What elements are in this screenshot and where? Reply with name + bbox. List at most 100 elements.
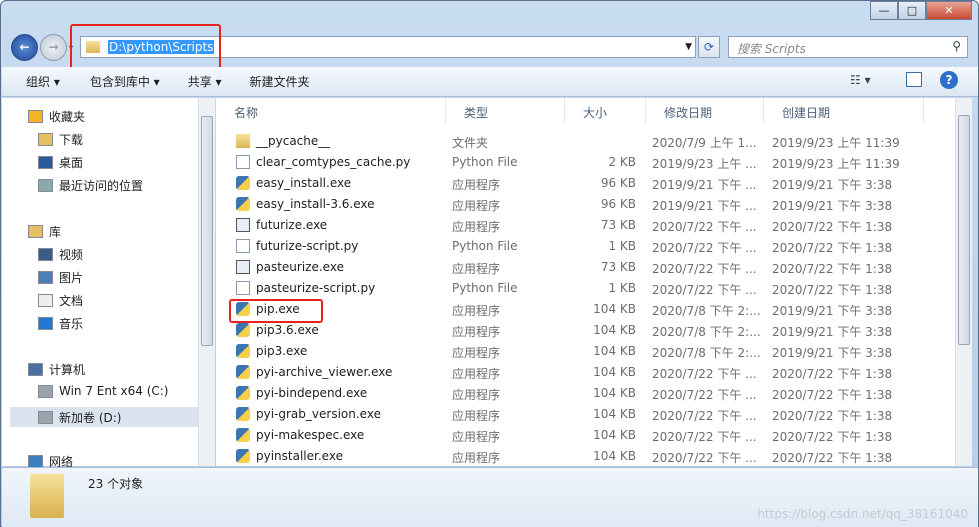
file-row[interactable]: pasteurize.exe 应用程序 73 KB 2020/7/22 下午 .… (216, 257, 946, 278)
sidebar-item[interactable]: 图片 (38, 269, 83, 286)
sidebar-item[interactable]: 库 (28, 223, 61, 240)
file-modified: 2019/9/21 下午 ... (652, 199, 757, 213)
file-row[interactable]: pyi-grab_version.exe 应用程序 104 KB 2020/7/… (216, 404, 946, 425)
share-menu[interactable]: 共享 ▾ (172, 73, 234, 90)
file-row[interactable]: easy_install-3.6.exe 应用程序 96 KB 2019/9/2… (216, 194, 946, 215)
recent-places-icon (38, 179, 53, 192)
address-dropdown-icon[interactable]: ▼ (685, 42, 692, 52)
refresh-button[interactable]: ⟳ (698, 36, 720, 58)
file-row[interactable]: pip3.6.exe 应用程序 104 KB 2020/7/8 下午 2:...… (216, 320, 946, 341)
file-size: 2 KB (608, 155, 636, 169)
file-row[interactable]: pyi-archive_viewer.exe 应用程序 104 KB 2020/… (216, 362, 946, 383)
file-row[interactable]: easy_install.exe 应用程序 96 KB 2019/9/21 下午… (216, 173, 946, 194)
file-row[interactable]: pyi-bindepend.exe 应用程序 104 KB 2020/7/22 … (216, 383, 946, 404)
exe-file-icon (236, 260, 250, 274)
file-list-scrollbar[interactable] (955, 98, 972, 466)
minimize-button[interactable]: — (870, 1, 898, 20)
file-size: 1 KB (608, 281, 636, 295)
file-created: 2019/9/21 下午 3:38 (772, 199, 893, 213)
file-row[interactable]: pasteurize-script.py Python File 1 KB 20… (216, 278, 946, 299)
file-created: 2020/7/22 下午 1:38 (772, 220, 893, 234)
item-count: 23 个对象 (88, 477, 144, 491)
file-created: 2019/9/21 下午 3:38 (772, 304, 893, 318)
sidebar-item-label: 库 (49, 225, 62, 239)
sidebar-item[interactable]: 最近访问的位置 (38, 177, 143, 194)
file-modified: 2020/7/22 下午 ... (652, 367, 757, 381)
file-row[interactable]: futurize-script.py Python File 1 KB 2020… (216, 236, 946, 257)
file-row[interactable]: pyinstaller.exe 应用程序 104 KB 2020/7/22 下午… (216, 446, 946, 467)
file-row[interactable]: pip.exe 应用程序 104 KB 2020/7/8 下午 2:... 20… (216, 299, 946, 320)
file-row[interactable]: futurize.exe 应用程序 73 KB 2020/7/22 下午 ...… (216, 215, 946, 236)
search-input[interactable]: 搜索 Scripts ⚲ (728, 36, 968, 58)
file-created: 2020/7/22 下午 1:38 (772, 262, 893, 276)
file-size: 104 KB (593, 407, 636, 421)
sidebar-item[interactable]: 视频 (38, 246, 83, 263)
new-folder-button[interactable]: 新建文件夹 (234, 73, 322, 90)
file-type: Python File (452, 155, 518, 169)
folder-file-icon (236, 134, 250, 148)
file-name: pyinstaller.exe (256, 449, 343, 463)
pictures-icon (38, 271, 53, 284)
command-bar: 组织 ▾ 包含到库中 ▾ 共享 ▾ 新建文件夹 ☷ ▾ ? (2, 67, 978, 97)
sidebar-item[interactable]: 计算机 (28, 361, 85, 378)
sidebar-item[interactable]: 文档 (38, 292, 83, 309)
navigation-pane: 收藏夹下载桌面最近访问的位置库视频图片文档音乐计算机 Win 7 Ent x64 … (2, 98, 215, 469)
file-created: 2020/7/22 下午 1:38 (772, 430, 893, 444)
sidebar-item[interactable]: 音乐 (38, 315, 83, 332)
column-name[interactable]: 名称 (216, 98, 446, 124)
drive-icon (38, 384, 53, 398)
forward-button[interactable]: → (40, 34, 67, 61)
sidebar-item-label: Win 7 Ent x64 (C:) (59, 384, 169, 398)
file-name: clear_comtypes_cache.py (256, 155, 411, 169)
column-modified[interactable]: 修改日期 (646, 98, 764, 124)
file-type: 文件夹 (452, 136, 489, 150)
maximize-button[interactable]: □ (898, 1, 926, 20)
annotation-highlight-pip (229, 299, 323, 323)
pyexe-file-icon (236, 449, 250, 463)
file-row[interactable]: pip3.exe 应用程序 104 KB 2020/7/8 下午 2:... 2… (216, 341, 946, 362)
sidebar-item[interactable]: 新加卷 (D:) (10, 407, 198, 427)
sidebar-item-label: 下载 (59, 133, 84, 147)
file-modified: 2020/7/8 下午 2:... (652, 325, 761, 339)
sidebar-item-label: 图片 (59, 271, 84, 285)
back-button[interactable]: ← (11, 34, 38, 61)
file-name: futurize.exe (256, 218, 328, 232)
file-row[interactable]: clear_comtypes_cache.py Python File 2 KB… (216, 152, 946, 173)
sidebar-item[interactable]: 下载 (38, 131, 83, 148)
column-type[interactable]: 类型 (446, 98, 565, 124)
navigation-scrollbar[interactable] (198, 98, 215, 466)
file-modified: 2020/7/22 下午 ... (652, 283, 757, 297)
file-name: pasteurize-script.py (256, 281, 376, 295)
file-modified: 2020/7/22 下午 ... (652, 262, 757, 276)
desktop-icon (38, 156, 53, 169)
file-row[interactable]: __pycache__ 文件夹 2020/7/9 上午 1... 2019/9/… (216, 131, 946, 152)
file-name: pip3.6.exe (256, 323, 319, 337)
file-row[interactable]: pyi-makespec.exe 应用程序 104 KB 2020/7/22 下… (216, 425, 946, 446)
pyexe-file-icon (236, 386, 250, 400)
file-modified: 2019/9/23 上午 ... (652, 157, 757, 171)
column-size[interactable]: 大小 (565, 98, 646, 124)
help-icon[interactable]: ? (940, 71, 958, 89)
organize-menu[interactable]: 组织 ▾ (2, 73, 72, 90)
file-list: 名称 类型 大小 修改日期 创建日期 __pycache__ 文件夹 2020/… (216, 98, 955, 466)
sidebar-item[interactable]: 收藏夹 (28, 108, 85, 125)
file-type: 应用程序 (452, 409, 501, 423)
sidebar-item[interactable]: Win 7 Ent x64 (C:) (38, 384, 168, 398)
file-size: 104 KB (593, 428, 636, 442)
column-created[interactable]: 创建日期 (764, 98, 924, 124)
search-icon[interactable]: ⚲ (952, 39, 961, 53)
close-button[interactable]: ✕ (926, 1, 972, 20)
file-modified: 2019/9/21 下午 ... (652, 178, 757, 192)
file-created: 2019/9/21 下午 3:38 (772, 178, 893, 192)
annotation-highlight (70, 24, 221, 70)
preview-pane-icon[interactable] (906, 72, 922, 87)
include-library-menu[interactable]: 包含到库中 ▾ (72, 73, 172, 90)
sidebar-item-label: 文档 (59, 294, 84, 308)
file-size: 104 KB (593, 449, 636, 463)
file-modified: 2020/7/8 下午 2:... (652, 304, 761, 318)
view-options-icon[interactable]: ☷ ▾ (850, 73, 871, 87)
file-type: 应用程序 (452, 262, 501, 276)
video-icon (38, 248, 53, 261)
file-type: 应用程序 (452, 430, 501, 444)
sidebar-item[interactable]: 桌面 (38, 154, 83, 171)
